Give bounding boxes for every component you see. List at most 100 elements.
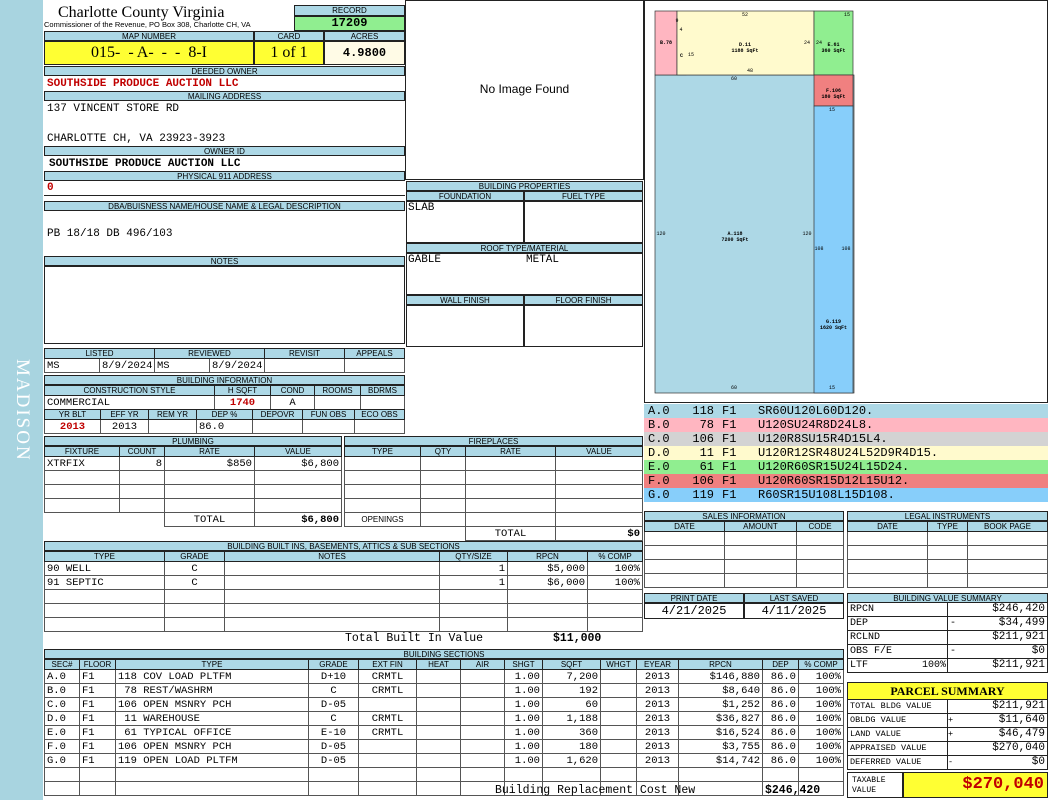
sales-table: DATE AMOUNT CODE	[644, 521, 844, 588]
map-number-label: MAP NUMBER	[44, 31, 254, 41]
summary-row: DEP - $34,499	[847, 617, 1048, 631]
table-row: B.0 F1 78 REST/WASHRM C CRMTL 1.00 192 2013 $8,…	[44, 683, 844, 698]
depovr-label: DEPOVR	[252, 409, 303, 420]
fuel-type-label: FUEL TYPE	[524, 191, 643, 201]
sketch-dim: 108	[814, 246, 824, 252]
table-row	[44, 498, 342, 513]
sketch-dim: 52	[741, 12, 748, 18]
deeded-owner-label: DEEDED OWNER	[44, 66, 405, 76]
table-row: XTRFIX 8 $850 $6,800	[44, 456, 342, 471]
sketch-dim: 48	[746, 68, 753, 74]
replacement-cost: $246,420	[765, 784, 821, 797]
record-number: 17209	[294, 16, 405, 31]
wall-finish-box	[406, 305, 524, 347]
cond-label: COND	[270, 385, 315, 396]
builtins-total-label: Total Built In Value	[345, 632, 484, 645]
no-image-text: No Image Found	[479, 82, 570, 96]
building-sections-table: SEC# FLOOR TYPE GRADE EXT FIN HEAT AIR SHGT SQFT…	[44, 659, 844, 796]
taxable-value-label: TAXABLE VALUE	[847, 772, 903, 798]
fp-total-label: TOTAL	[465, 526, 556, 541]
dep-percent: 86.0	[196, 419, 253, 434]
sketch-dim: 60	[730, 76, 737, 82]
builtins-table: TYPE GRADE NOTES QTY/SIZE RPCN% COMP 90 WELL…	[44, 551, 643, 632]
sketch-area-row: D.0 11 F1 U120R12SR48U24L52D9R4D15.	[644, 446, 1048, 460]
sketch-dim: 108	[841, 246, 851, 252]
map-number: 015- - A- - - 8-I	[44, 41, 254, 65]
table-row: 90 WELL C 1 $5,000 100%	[44, 561, 643, 576]
acres-value: 4.9800	[324, 41, 405, 65]
fuel-type-box	[524, 201, 643, 243]
year-built: 2013	[44, 419, 101, 434]
fp-total: $0	[555, 526, 643, 541]
depreciation-table: YR BLT EFF YR REM YR DEP % DEPOVR FUN OBS ECO …	[44, 409, 405, 434]
builtins-total: $11,000	[553, 632, 602, 645]
divider	[44, 195, 405, 196]
listed-by: MS	[44, 358, 100, 373]
remyr-label: REM YR	[148, 409, 197, 420]
legal-description-label: DBA/BUISNESS NAME/HOUSE NAME & LEGAL DES…	[44, 201, 405, 211]
building-info-label: BUILDING INFORMATION	[44, 375, 405, 385]
plumbing-total: $6,800	[254, 512, 342, 527]
legal-instruments-label: LEGAL INSTRUMENTS	[847, 511, 1048, 521]
table-row: D.0 F1 11 WAREHOUSE C CRMTL 1.00 1,188 2013 $36…	[44, 711, 844, 726]
notes-label: NOTES	[44, 256, 405, 266]
sketch-dim: 60	[730, 385, 737, 391]
legal-description: PB 18/18 DB 496/103	[47, 228, 173, 240]
floor-finish-box	[524, 305, 643, 347]
sketch-area-row: A.0 118 F1 SR60U120L60D120.	[644, 404, 1048, 418]
table-row	[44, 484, 342, 499]
building-sketch	[654, 10, 855, 394]
owner-id: SOUTHSIDE PRODUCE AUCTION LLC	[49, 158, 241, 170]
legal-instruments-table: DATE TYPE BOOK PAGE	[847, 521, 1048, 588]
sketch-dim: 120	[802, 231, 812, 237]
table-row	[44, 470, 342, 485]
ecoobs-label: ECO OBS	[354, 409, 405, 420]
sketch-dim: 24	[803, 40, 810, 46]
sketch-label-f: F.106 180 SqFt	[821, 88, 846, 100]
fp-qty-col: QTY	[420, 446, 466, 457]
mailing-address-line2: CHARLOTTE CH, VA 23923-3923	[47, 133, 226, 145]
reviewed-date: 8/9/2024	[209, 358, 265, 373]
parcel-summary-label: PARCEL SUMMARY	[847, 682, 1048, 700]
table-row: C.0 F1 106 OPEN MSNRY PCH D-05 1.00 60 2013 $1,…	[44, 697, 844, 712]
floor-finish-label: FLOOR FINISH	[524, 295, 643, 305]
openings-label: OPENINGS	[344, 512, 421, 527]
dep-label: DEP %	[196, 409, 253, 420]
card-label: CARD	[254, 31, 324, 41]
summary-row: APPRAISED VALUE $270,040	[847, 742, 1048, 756]
parcel-summary: TOTAL BLDG VALUE $211,921 OBLDG VALUE + $11,…	[847, 700, 1048, 770]
effective-year: 2013	[100, 419, 149, 434]
last-saved-date: 4/11/2025	[744, 603, 844, 619]
record-label: RECORD	[294, 5, 405, 16]
deeded-owner: SOUTHSIDE PRODUCE AUCTION LLC	[47, 78, 239, 90]
taxable-value: $270,040	[903, 772, 1048, 798]
roof-material: METAL	[526, 254, 560, 266]
fixture-col: FIXTURE	[44, 446, 120, 457]
funobs-label: FUN OBS	[302, 409, 355, 420]
sketch-dim: 15	[843, 12, 850, 18]
summary-row: OBS F/E - $0	[847, 645, 1048, 659]
sketch-area-row: B.0 78 F1 U120SU24R8D24L8.	[644, 418, 1048, 432]
bdrms-label: BDRMS	[360, 385, 405, 396]
sketch-area-row: F.0 106 F1 U120R60SR15D12L15U12.	[644, 474, 1048, 488]
card-number: 1 of 1	[254, 41, 324, 65]
building-properties-label: BUILDING PROPERTIES	[406, 181, 643, 191]
last-saved-label: LAST SAVED	[744, 593, 844, 603]
table-row: 91 SEPTIC C 1 $6,000 100%	[44, 575, 643, 590]
summary-row: DEFERRED VALUE - $0	[847, 756, 1048, 770]
sketch-dim: 15	[828, 385, 835, 391]
summary-row: LTF 100% $211,921	[847, 659, 1048, 673]
effyr-label: EFF YR	[100, 409, 149, 420]
summary-row: LAND VALUE + $46,479	[847, 728, 1048, 742]
fp-rate-col: RATE	[465, 446, 556, 457]
construction-style-label: CONSTRUCTION STYLE	[44, 385, 215, 396]
replacement-cost-label: Building Replacement Cost New	[495, 784, 696, 797]
building-sections-label: BUILDING SECTIONS	[44, 649, 844, 659]
sketch-area-row: G.0 119 F1 R60SR15U108L15D108.	[644, 488, 1048, 502]
owner-id-label: OWNER ID	[44, 146, 405, 156]
hsqft-value: 1740	[214, 395, 271, 410]
rate-col: RATE	[164, 446, 255, 457]
commissioner-line: Commissioner of the Revenue, PO Box 308,…	[44, 20, 251, 29]
roof-box	[406, 253, 643, 295]
reviewed-by: MS	[154, 358, 210, 373]
